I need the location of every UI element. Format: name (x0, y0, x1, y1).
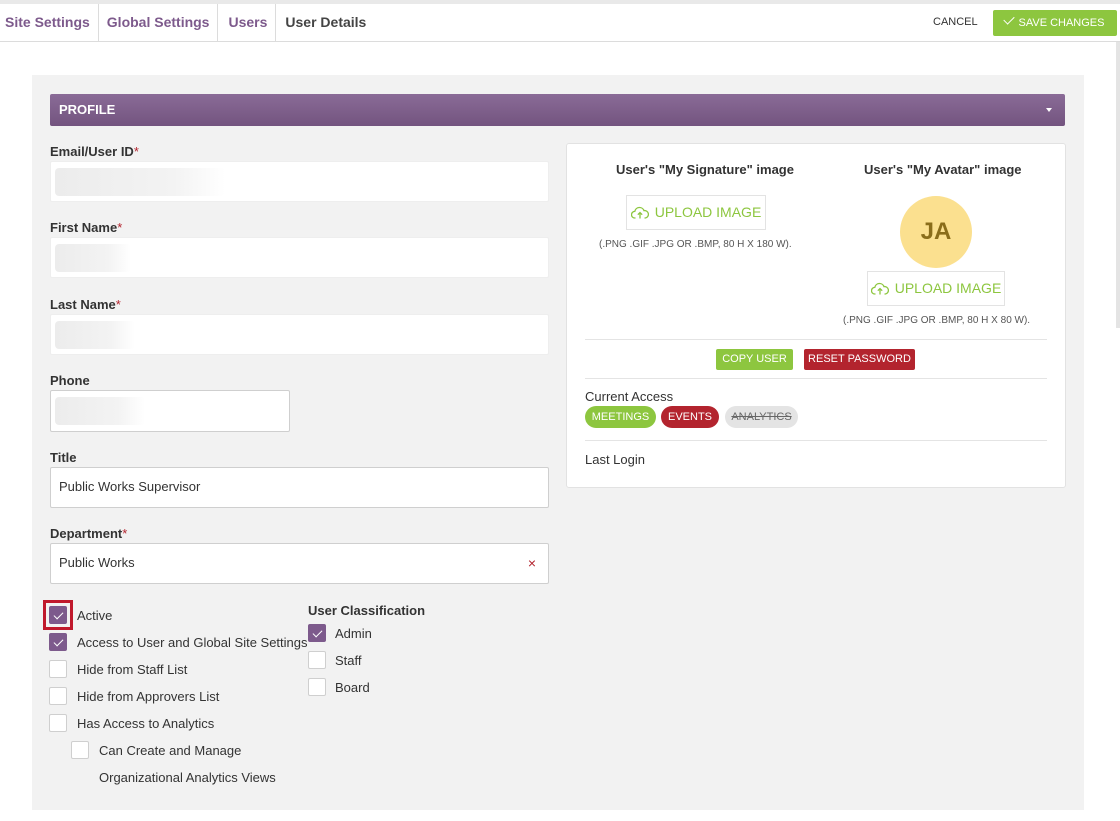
breadcrumb-user-details: User Details (285, 14, 367, 30)
phone-label: Phone (50, 373, 90, 388)
hide-approvers-checkbox[interactable] (49, 687, 67, 705)
user-classification-title: User Classification (308, 603, 426, 618)
divider (585, 378, 1047, 379)
department-value: Public Works (59, 555, 135, 570)
profile-section-header[interactable]: PROFILE (50, 94, 1065, 126)
first-name-label: First Name* (50, 220, 123, 235)
admin-label: Admin (335, 625, 372, 641)
upload-avatar-label: UPLOAD IMAGE (894, 280, 1002, 296)
access-badge-analytics: ANALYTICS (725, 406, 798, 428)
clear-icon[interactable]: × (528, 544, 536, 582)
staff-label: Staff (335, 652, 362, 668)
user-summary-panel: User's "My Signature" image UPLOAD IMAGE… (566, 143, 1066, 488)
top-bar: Site Settings Global Settings Users User… (0, 0, 1120, 42)
upload-avatar-button[interactable]: UPLOAD IMAGE (867, 271, 1005, 306)
signature-format-hint: (.PNG .GIF .JPG OR .BMP, 80 H X 180 W). (599, 239, 792, 250)
redacted-value (55, 244, 131, 272)
save-changes-label: SAVE CHANGES (1018, 17, 1105, 29)
email-field[interactable] (50, 161, 549, 202)
hide-staff-label: Hide from Staff List (77, 661, 188, 677)
access-badge-meetings: MEETINGS (585, 406, 656, 428)
admin-checkbox-row[interactable]: Admin (308, 624, 372, 642)
redacted-value (55, 321, 135, 349)
cancel-button[interactable]: CANCEL (933, 16, 978, 28)
last-login-label: Last Login (585, 452, 645, 467)
required-mark: * (133, 144, 139, 159)
cloud-upload-icon (630, 206, 649, 219)
scrollbar[interactable] (1116, 42, 1120, 328)
profile-section-title: PROFILE (59, 102, 116, 117)
save-changes-button[interactable]: SAVE CHANGES (993, 10, 1117, 36)
hide-approvers-checkbox-row[interactable]: Hide from Approvers List (49, 687, 219, 705)
staff-checkbox-row[interactable]: Staff (308, 651, 362, 669)
caret-down-icon (1046, 108, 1052, 112)
required-mark: * (117, 220, 123, 235)
last-name-field[interactable] (50, 314, 549, 355)
avatar-format-hint: (.PNG .GIF .JPG OR .BMP, 80 H X 80 W). (843, 315, 1031, 326)
last-name-label: Last Name* (50, 297, 121, 312)
department-label: Department* (50, 526, 128, 541)
site-settings-access-checkbox[interactable] (49, 633, 67, 651)
board-checkbox-row[interactable]: Board (308, 678, 370, 696)
hide-approvers-label: Hide from Approvers List (77, 688, 220, 704)
analytics-access-label: Has Access to Analytics (77, 715, 215, 731)
title-label: Title (50, 450, 77, 465)
staff-checkbox[interactable] (308, 651, 326, 669)
first-name-field[interactable] (50, 237, 549, 278)
phone-field[interactable] (50, 390, 290, 432)
avatar-image-title: User's "My Avatar" image (864, 162, 1022, 177)
access-badge-events: EVENTS (661, 406, 719, 428)
active-label: Active (77, 607, 113, 623)
upload-signature-label: UPLOAD IMAGE (654, 204, 762, 220)
department-select[interactable]: Public Works × (50, 543, 549, 584)
breadcrumb-users[interactable]: Users (218, 4, 277, 41)
active-checkbox[interactable] (49, 606, 67, 624)
divider (585, 339, 1047, 340)
copy-user-button[interactable]: COPY USER (716, 349, 793, 370)
required-mark: * (115, 297, 121, 312)
email-label: Email/User ID* (50, 144, 139, 159)
board-checkbox[interactable] (308, 678, 326, 696)
site-settings-access-checkbox-row[interactable]: Access to User and Global Site Settings (49, 633, 308, 651)
breadcrumb-global-settings[interactable]: Global Settings (99, 4, 219, 41)
breadcrumb: Site Settings Global Settings Users User… (0, 4, 374, 41)
manage-analytics-label: Can Create and Manage (99, 742, 242, 758)
reset-password-button[interactable]: RESET PASSWORD (804, 349, 915, 370)
avatar: JA (900, 196, 972, 268)
analytics-access-checkbox-row[interactable]: Has Access to Analytics (49, 714, 214, 732)
manage-analytics-checkbox[interactable] (71, 741, 89, 759)
title-field[interactable]: Public Works Supervisor (50, 467, 549, 508)
hide-staff-checkbox[interactable] (49, 660, 67, 678)
manage-analytics-checkbox-row[interactable]: Can Create and Manage (71, 741, 241, 759)
redacted-value (55, 168, 225, 196)
checkmark-icon (1002, 13, 1015, 25)
breadcrumb-site-settings[interactable]: Site Settings (0, 4, 99, 41)
analytics-access-checkbox[interactable] (49, 714, 67, 732)
board-label: Board (335, 679, 370, 695)
upload-signature-button[interactable]: UPLOAD IMAGE (626, 195, 766, 230)
current-access-label: Current Access (585, 389, 674, 404)
profile-card: PROFILE Email/User ID* First Name* Last … (32, 75, 1084, 810)
cloud-upload-icon (870, 282, 889, 295)
hide-staff-checkbox-row[interactable]: Hide from Staff List (49, 660, 187, 678)
redacted-value (55, 397, 145, 425)
signature-image-title: User's "My Signature" image (616, 162, 794, 177)
site-settings-access-label: Access to User and Global Site Settings (77, 634, 308, 650)
divider (585, 440, 1047, 441)
required-mark: * (122, 526, 128, 541)
manage-analytics-label-line2: Organizational Analytics Views (99, 770, 276, 785)
active-checkbox-row[interactable]: Active (49, 606, 112, 624)
admin-checkbox[interactable] (308, 624, 326, 642)
